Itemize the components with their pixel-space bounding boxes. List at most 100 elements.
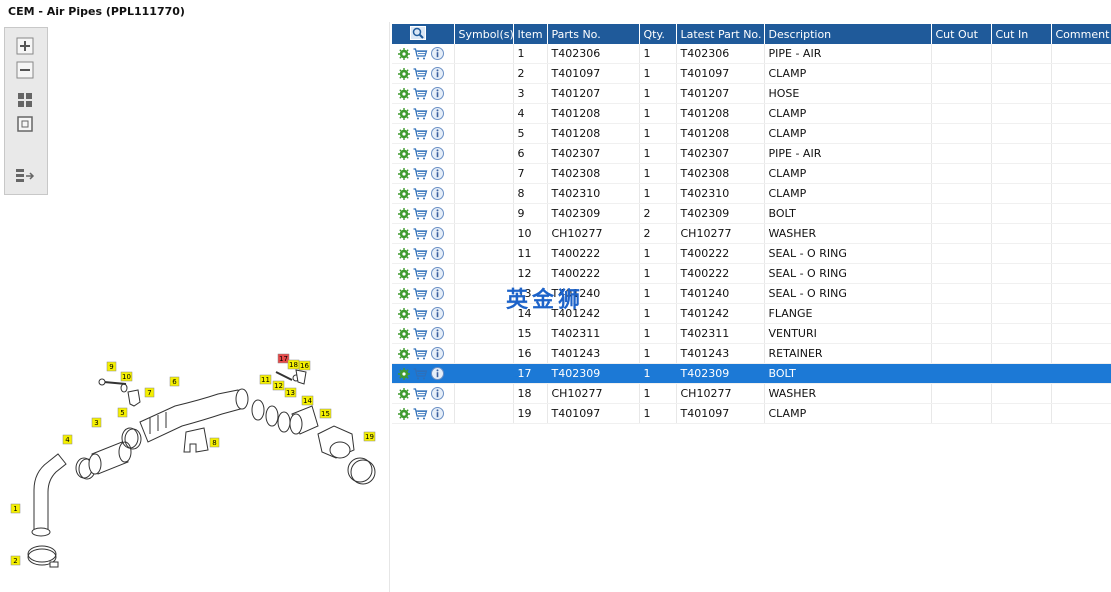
table-row[interactable]: 14 T401242 1 T401242 FLANGE bbox=[392, 303, 1111, 324]
cart-icon[interactable] bbox=[413, 327, 428, 340]
gear-icon[interactable] bbox=[398, 207, 410, 220]
column-header-description[interactable]: Description bbox=[764, 24, 932, 44]
cart-icon[interactable] bbox=[413, 307, 428, 320]
info-icon[interactable] bbox=[431, 67, 444, 80]
export-list-icon[interactable] bbox=[15, 166, 35, 186]
table-row[interactable]: 16 T401243 1 T401243 RETAINER bbox=[392, 343, 1111, 364]
gear-icon[interactable] bbox=[398, 47, 410, 60]
gear-icon[interactable] bbox=[398, 387, 410, 400]
gear-icon[interactable] bbox=[398, 247, 410, 260]
info-icon[interactable] bbox=[431, 227, 444, 240]
cell-latest-part-no: T402308 bbox=[676, 163, 765, 184]
gear-icon[interactable] bbox=[398, 187, 410, 200]
table-row[interactable]: 5 T401208 1 T401208 CLAMP bbox=[392, 123, 1111, 144]
table-row[interactable]: 19 T401097 1 T401097 CLAMP bbox=[392, 403, 1111, 424]
cart-icon[interactable] bbox=[413, 127, 428, 140]
table-row[interactable]: 11 T400222 1 T400222 SEAL - O RING bbox=[392, 243, 1111, 264]
column-header-latest-part-no[interactable]: Latest Part No. bbox=[676, 24, 765, 44]
table-row[interactable]: 3 T401207 1 T401207 HOSE bbox=[392, 83, 1111, 104]
cart-icon[interactable] bbox=[413, 107, 428, 120]
table-row[interactable]: 13 T401240 1 T401240 SEAL - O RING bbox=[392, 283, 1111, 304]
gear-icon[interactable] bbox=[398, 147, 410, 160]
cell-qty: 1 bbox=[639, 83, 677, 104]
info-icon[interactable] bbox=[431, 247, 444, 260]
cell-comment bbox=[1051, 323, 1111, 344]
table-row[interactable]: 12 T400222 1 T400222 SEAL - O RING bbox=[392, 263, 1111, 284]
column-header-symbols[interactable]: Symbol(s) bbox=[454, 24, 514, 44]
gear-icon[interactable] bbox=[398, 167, 410, 180]
gear-icon[interactable] bbox=[398, 367, 410, 380]
cart-icon[interactable] bbox=[413, 87, 428, 100]
info-icon[interactable] bbox=[431, 107, 444, 120]
gear-icon[interactable] bbox=[398, 227, 410, 240]
table-row[interactable]: 17 T402309 1 T402309 BOLT bbox=[392, 363, 1111, 384]
column-header-comment[interactable]: Comment bbox=[1051, 24, 1111, 44]
info-icon[interactable] bbox=[431, 267, 444, 280]
gear-icon[interactable] bbox=[398, 307, 410, 320]
cart-icon[interactable] bbox=[413, 207, 428, 220]
column-header-qty[interactable]: Qty. bbox=[639, 24, 677, 44]
info-icon[interactable] bbox=[431, 367, 444, 380]
table-row[interactable]: 8 T402310 1 T402310 CLAMP bbox=[392, 183, 1111, 204]
column-header-tools[interactable] bbox=[392, 24, 455, 44]
column-header-item[interactable]: Item bbox=[513, 24, 548, 44]
table-row[interactable]: 15 T402311 1 T402311 VENTURI bbox=[392, 323, 1111, 344]
table-row[interactable]: 4 T401208 1 T401208 CLAMP bbox=[392, 103, 1111, 124]
table-row[interactable]: 6 T402307 1 T402307 PIPE - AIR bbox=[392, 143, 1111, 164]
search-diagram-icon[interactable] bbox=[410, 25, 426, 40]
info-icon[interactable] bbox=[431, 127, 444, 140]
table-row[interactable]: 7 T402308 1 T402308 CLAMP bbox=[392, 163, 1111, 184]
cart-icon[interactable] bbox=[413, 187, 428, 200]
cart-icon[interactable] bbox=[413, 247, 428, 260]
table-row[interactable]: 9 T402309 2 T402309 BOLT bbox=[392, 203, 1111, 224]
gear-icon[interactable] bbox=[398, 107, 410, 120]
cart-icon[interactable] bbox=[413, 147, 428, 160]
cell-item: 17 bbox=[513, 363, 548, 384]
info-icon[interactable] bbox=[431, 307, 444, 320]
table-row[interactable]: 10 CH10277 2 CH10277 WASHER bbox=[392, 223, 1111, 244]
info-icon[interactable] bbox=[431, 207, 444, 220]
cart-icon[interactable] bbox=[413, 67, 428, 80]
fit-all-icon[interactable] bbox=[15, 90, 35, 110]
cart-icon[interactable] bbox=[413, 47, 428, 60]
exploded-parts-diagram[interactable]: 1 2 3 4 5 6 7 8 9 10 11 12 13 14 15 16 1… bbox=[0, 322, 389, 582]
diagram-pane[interactable]: 1 2 3 4 5 6 7 8 9 10 11 12 13 14 15 16 1… bbox=[0, 22, 390, 592]
gear-icon[interactable] bbox=[398, 327, 410, 340]
gear-icon[interactable] bbox=[398, 287, 410, 300]
gear-icon[interactable] bbox=[398, 87, 410, 100]
info-icon[interactable] bbox=[431, 147, 444, 160]
cart-icon[interactable] bbox=[413, 287, 428, 300]
cart-icon[interactable] bbox=[413, 267, 428, 280]
table-row[interactable]: 2 T401097 1 T401097 CLAMP bbox=[392, 63, 1111, 84]
cell-comment bbox=[1051, 143, 1111, 164]
cart-icon[interactable] bbox=[413, 407, 428, 420]
info-icon[interactable] bbox=[431, 287, 444, 300]
gear-icon[interactable] bbox=[398, 127, 410, 140]
fit-page-icon[interactable] bbox=[15, 114, 35, 134]
column-header-part-no[interactable]: Parts No. bbox=[547, 24, 640, 44]
svg-text:12: 12 bbox=[274, 382, 283, 390]
table-row[interactable]: 18 CH10277 1 CH10277 WASHER bbox=[392, 383, 1111, 404]
zoom-out-icon[interactable] bbox=[15, 60, 35, 80]
gear-icon[interactable] bbox=[398, 347, 410, 360]
column-header-cut-in[interactable]: Cut In bbox=[991, 24, 1052, 44]
gear-icon[interactable] bbox=[398, 407, 410, 420]
cart-icon[interactable] bbox=[413, 227, 428, 240]
info-icon[interactable] bbox=[431, 47, 444, 60]
info-icon[interactable] bbox=[431, 407, 444, 420]
gear-icon[interactable] bbox=[398, 67, 410, 80]
column-header-cut-out[interactable]: Cut Out bbox=[931, 24, 992, 44]
cart-icon[interactable] bbox=[413, 387, 428, 400]
info-icon[interactable] bbox=[431, 387, 444, 400]
info-icon[interactable] bbox=[431, 167, 444, 180]
gear-icon[interactable] bbox=[398, 267, 410, 280]
cart-icon[interactable] bbox=[413, 347, 428, 360]
info-icon[interactable] bbox=[431, 87, 444, 100]
cart-icon[interactable] bbox=[413, 167, 428, 180]
table-row[interactable]: 1 T402306 1 T402306 PIPE - AIR bbox=[392, 44, 1111, 64]
zoom-in-icon[interactable] bbox=[15, 36, 35, 56]
info-icon[interactable] bbox=[431, 327, 444, 340]
cart-icon[interactable] bbox=[413, 367, 428, 380]
info-icon[interactable] bbox=[431, 187, 444, 200]
info-icon[interactable] bbox=[431, 347, 444, 360]
